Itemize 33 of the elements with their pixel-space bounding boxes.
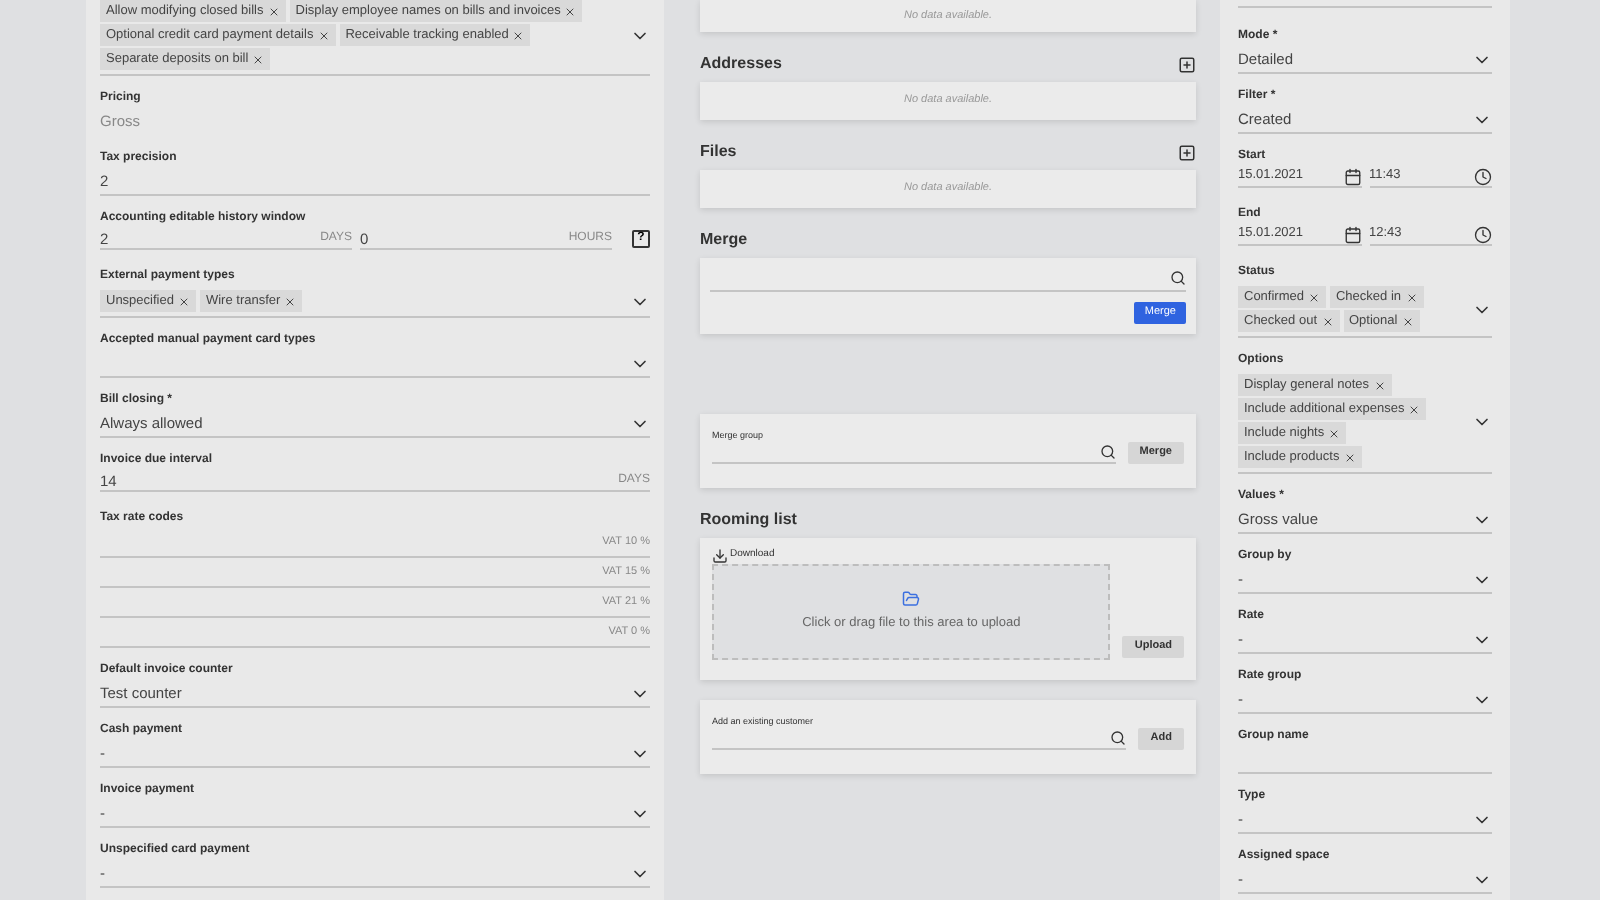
section-heading: Merge [700, 228, 748, 252]
remove-icon[interactable] [1328, 427, 1341, 439]
remove-icon[interactable] [1408, 403, 1421, 415]
add-icon[interactable] [1178, 143, 1196, 161]
remove-icon[interactable] [564, 5, 577, 17]
search-icon[interactable] [1110, 730, 1127, 746]
search-field[interactable] [710, 266, 1186, 292]
remove-icon[interactable] [1321, 315, 1333, 327]
remove-icon[interactable] [1307, 291, 1320, 303]
remove-icon[interactable] [1401, 315, 1414, 327]
download-icon[interactable] [712, 548, 728, 564]
remove-icon[interactable] [252, 53, 265, 65]
add-icon[interactable] [1178, 55, 1196, 73]
remove-icon[interactable] [1343, 451, 1356, 463]
clock-icon[interactable] [1474, 225, 1492, 243]
remove-icon[interactable] [317, 29, 330, 41]
search-field[interactable] [712, 442, 1116, 464]
section-heading: Files [700, 140, 737, 164]
remove-icon[interactable] [267, 5, 280, 17]
calendar-icon[interactable] [1343, 225, 1361, 243]
search-icon[interactable] [1099, 444, 1116, 460]
calendar-icon[interactable] [1343, 167, 1361, 185]
section-heading: Addresses [700, 52, 782, 76]
search-field[interactable] [712, 728, 1127, 750]
remove-icon[interactable] [1373, 379, 1386, 391]
remove-icon[interactable] [284, 295, 297, 307]
remove-icon[interactable] [177, 295, 190, 307]
search-icon[interactable] [1170, 270, 1186, 286]
remove-icon[interactable] [1405, 291, 1418, 303]
section-heading: Rooming list [700, 508, 797, 532]
remove-icon[interactable] [512, 29, 525, 41]
clock-icon[interactable] [1474, 167, 1492, 185]
folder-icon [902, 590, 921, 609]
